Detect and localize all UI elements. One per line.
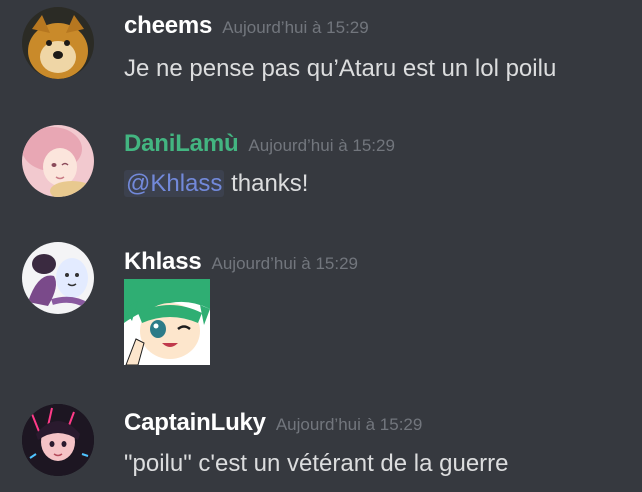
captainluky-avatar[interactable] [22, 404, 94, 476]
message-header: cheems Aujourd’hui à 15:29 [124, 12, 369, 40]
message-header: Khlass Aujourd’hui à 15:29 [124, 248, 358, 276]
cheems-avatar[interactable] [22, 7, 94, 79]
user-mention[interactable]: @Khlass [124, 170, 225, 197]
message-text: thanks! [224, 170, 309, 197]
username[interactable]: Khlass [124, 248, 202, 275]
username[interactable]: cheems [124, 12, 212, 39]
timestamp: Aujourd’hui à 15:29 [222, 18, 369, 37]
message-header: CaptainLuky Aujourd’hui à 15:29 [124, 409, 422, 437]
lum-wink-image[interactable] [124, 279, 210, 365]
timestamp: Aujourd’hui à 15:29 [211, 254, 359, 273]
username[interactable]: DaniLamù [124, 130, 239, 157]
message-content: Je ne pense pas qu’Ataru est un lol poil… [124, 55, 557, 82]
message-content: "poilu" c'est un vétérant de la guerre [124, 450, 509, 477]
message-content: @Khlass thanks! [124, 170, 308, 198]
timestamp: Aujourd’hui à 15:29 [275, 415, 423, 434]
khlass-avatar[interactable] [22, 242, 94, 314]
username[interactable]: CaptainLuky [124, 409, 266, 436]
timestamp: Aujourd’hui à 15:29 [248, 136, 395, 155]
message-header: DaniLamù Aujourd’hui à 15:29 [124, 130, 395, 158]
danilamu-avatar[interactable] [22, 125, 94, 197]
